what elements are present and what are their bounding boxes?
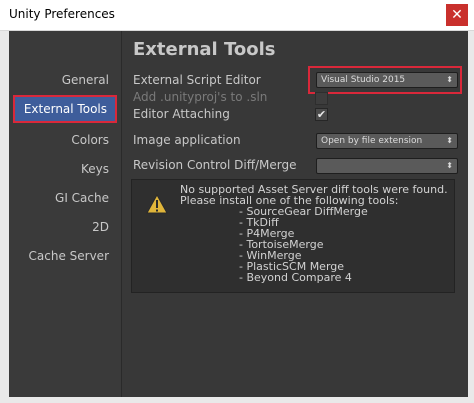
close-icon: ✕ (451, 7, 463, 23)
add-unityproj-label: Add .unityproj's to .sln (133, 90, 268, 104)
window-frame-right (468, 31, 474, 403)
sidebar-item-gi-cache[interactable]: GI Cache (9, 191, 121, 205)
sidebar-item-general[interactable]: General (9, 73, 121, 87)
editor-attaching-label: Editor Attaching (133, 107, 230, 121)
script-editor-value: Visual Studio 2015 (321, 75, 406, 85)
sidebar-item-label: External Tools (23, 102, 107, 116)
script-editor-dropdown[interactable]: Visual Studio 2015 ⬍ (316, 72, 458, 88)
sidebar-item-cache-server[interactable]: Cache Server (9, 249, 121, 263)
sidebar-item-external-tools[interactable]: External Tools (13, 95, 117, 123)
dropdown-arrow-icon: ⬍ (446, 161, 453, 170)
sidebar-item-colors[interactable]: Colors (9, 133, 121, 147)
dropdown-arrow-icon: ⬍ (446, 75, 453, 84)
title-bar: Unity Preferences ✕ (0, 0, 474, 31)
dropdown-arrow-icon: ⬍ (446, 136, 453, 145)
page-title: External Tools (133, 39, 276, 60)
external-tools-panel: External Tools External Script Editor Vi… (122, 31, 468, 397)
revision-control-label: Revision Control Diff/Merge (133, 158, 297, 172)
image-application-label: Image application (133, 133, 241, 147)
preferences-sidebar: General External Tools Colors Keys GI Ca… (9, 31, 122, 397)
sidebar-item-2d[interactable]: 2D (9, 220, 121, 234)
sidebar-item-label: GI Cache (55, 191, 109, 205)
sidebar-item-label: Keys (80, 162, 109, 176)
sidebar-item-keys[interactable]: Keys (9, 162, 121, 176)
image-application-value: Open by file extension (321, 136, 423, 146)
warning-icon (146, 194, 168, 214)
window-frame-bottom (0, 397, 474, 403)
sidebar-item-label: Cache Server (28, 249, 109, 263)
diff-tools-help-box: No supported Asset Server diff tools wer… (131, 179, 455, 293)
window-title: Unity Preferences (9, 7, 115, 21)
tool-list-item: - Beyond Compare 4 (239, 271, 352, 284)
sidebar-item-label: General (61, 73, 109, 87)
revision-control-dropdown[interactable]: ⬍ (316, 158, 458, 174)
script-editor-label: External Script Editor (133, 73, 261, 87)
add-unityproj-checkbox[interactable] (315, 92, 328, 105)
window-frame-left (0, 31, 9, 403)
editor-attaching-checkbox[interactable]: ✔ (315, 108, 328, 121)
sidebar-item-label: 2D (92, 220, 109, 234)
close-button[interactable]: ✕ (446, 4, 468, 26)
image-application-dropdown[interactable]: Open by file extension ⬍ (316, 133, 458, 149)
sidebar-item-label: Colors (71, 133, 109, 147)
checkmark-icon: ✔ (316, 108, 327, 121)
